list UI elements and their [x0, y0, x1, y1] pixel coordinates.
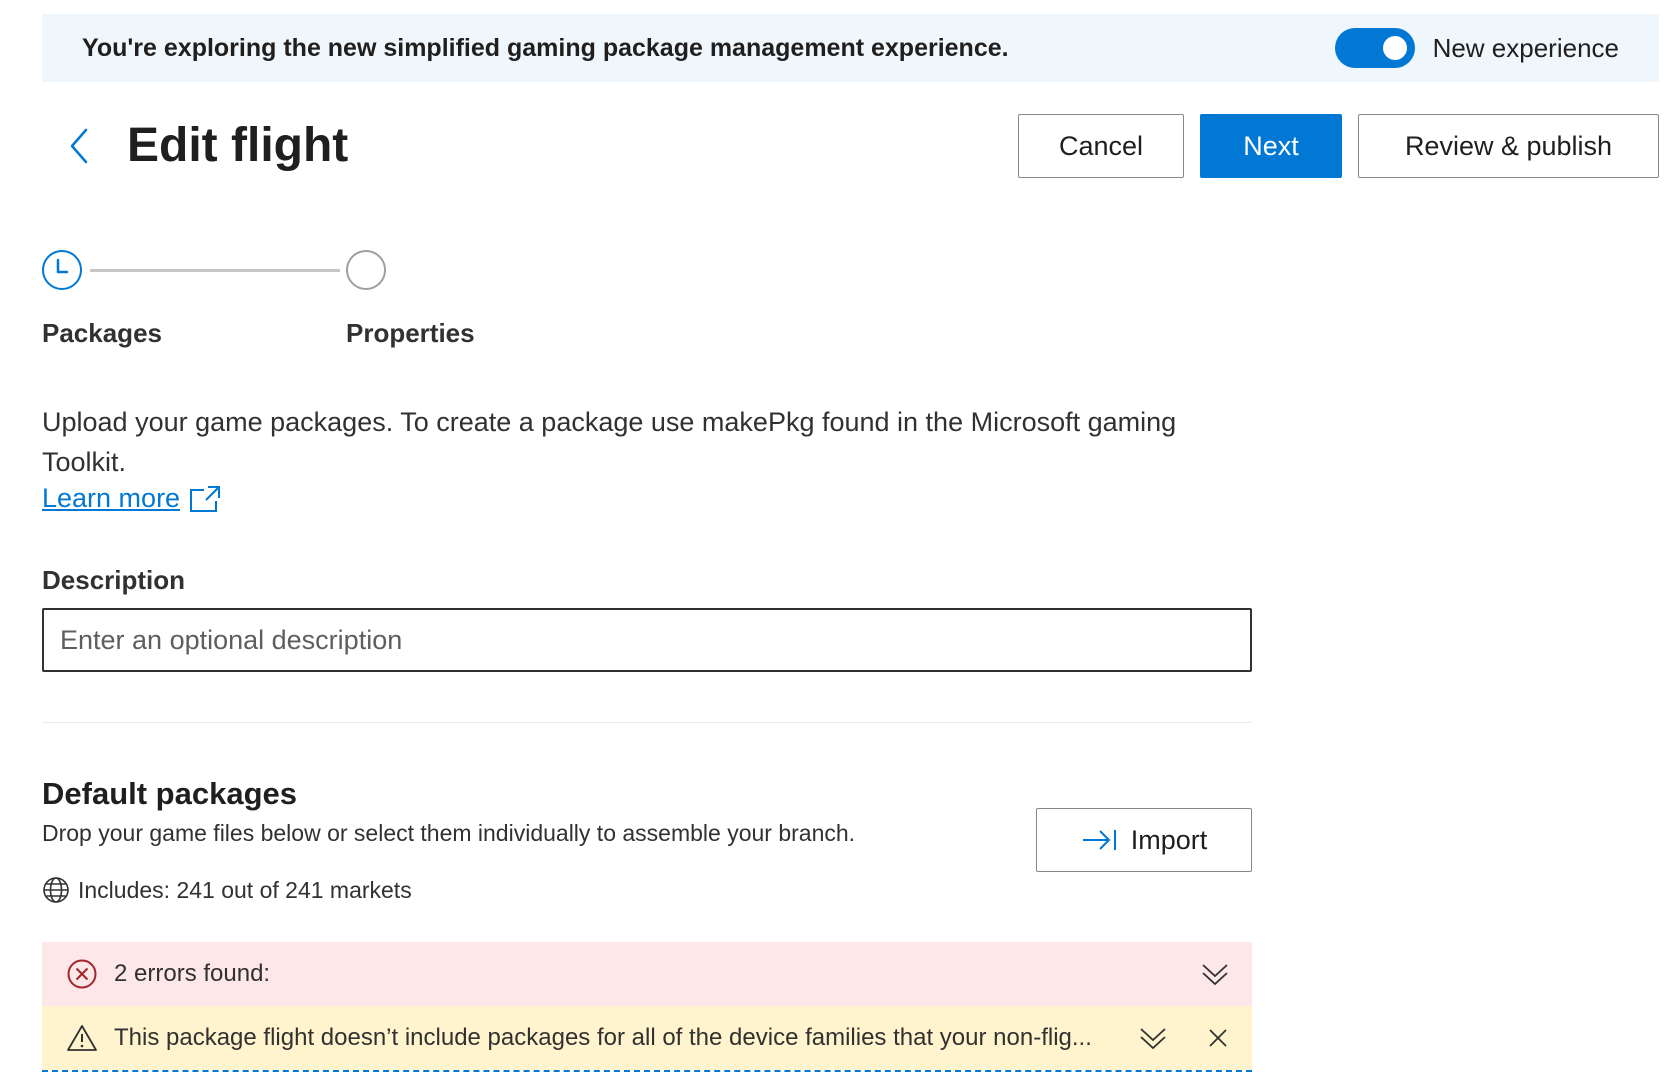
- warning-triangle-icon: [67, 1025, 97, 1051]
- package-dropzone[interactable]: [42, 1070, 1252, 1074]
- clock-icon: [56, 258, 68, 273]
- default-packages-subtitle: Drop your game files below or select the…: [42, 820, 856, 846]
- import-button[interactable]: Import: [1036, 808, 1252, 872]
- banner-message: You're exploring the new simplified gami…: [82, 33, 1009, 62]
- cancel-button[interactable]: Cancel: [1018, 114, 1184, 178]
- page-title: Edit flight: [127, 119, 349, 172]
- step-properties-indicator[interactable]: [346, 250, 386, 290]
- experience-banner: You're exploring the new simplified gami…: [42, 14, 1659, 82]
- step-connector: [90, 269, 340, 272]
- double-chevron-down-icon[interactable]: [1138, 1024, 1168, 1052]
- default-packages-title: Default packages: [42, 776, 297, 811]
- progress-stepper: Packages Properties: [42, 250, 492, 360]
- error-message-text: 2 errors found:: [114, 960, 271, 987]
- warning-message-bar: This package flight doesn’t include pack…: [42, 1006, 1252, 1070]
- close-icon[interactable]: [1206, 1026, 1230, 1050]
- learn-more-link[interactable]: Learn more: [42, 483, 222, 514]
- external-link-icon: [190, 485, 221, 512]
- globe-icon: [43, 877, 69, 903]
- step-packages-indicator[interactable]: [42, 250, 82, 290]
- section-divider: [42, 722, 1252, 723]
- markets-text: Includes: 241 out of 241 markets: [78, 876, 412, 903]
- toggle-knob: [1382, 36, 1407, 60]
- double-chevron-down-icon[interactable]: [1200, 960, 1230, 988]
- step-label-properties[interactable]: Properties: [346, 318, 475, 349]
- markets-info: Includes: 241 out of 241 markets: [42, 876, 412, 904]
- page-header: Edit flight Cancel Next Review & publish: [42, 112, 1659, 182]
- import-arrow-icon: [1082, 830, 1116, 850]
- import-label: Import: [1130, 824, 1208, 855]
- description-label: Description: [42, 565, 186, 595]
- chevron-left-icon[interactable]: [62, 126, 98, 166]
- step-label-packages[interactable]: Packages: [42, 318, 162, 349]
- next-button[interactable]: Next: [1200, 114, 1342, 178]
- description-input[interactable]: [42, 608, 1252, 672]
- new-experience-toggle-group: New experience: [1334, 28, 1619, 68]
- learn-more-label: Learn more: [42, 483, 181, 513]
- new-experience-toggle[interactable]: [1334, 28, 1415, 68]
- toggle-label: New experience: [1432, 32, 1619, 63]
- error-circle-icon: [67, 959, 97, 989]
- error-message-bar: 2 errors found:: [42, 942, 1252, 1006]
- warning-message-text: This package flight doesn’t include pack…: [114, 1024, 1092, 1051]
- review-publish-button[interactable]: Review & publish: [1358, 114, 1659, 178]
- intro-text: Upload your game packages. To create a p…: [42, 407, 1177, 477]
